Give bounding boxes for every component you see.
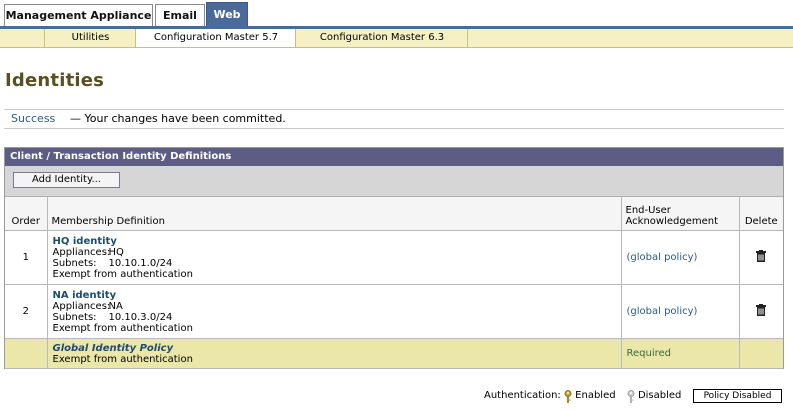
acknowledgement-cell: (global policy) bbox=[621, 284, 740, 339]
key-disabled-icon bbox=[627, 389, 635, 403]
acknowledgement-required: Required bbox=[626, 348, 672, 359]
identities-table: Order Membership Definition End-User Ackn… bbox=[5, 197, 783, 369]
column-header-delete: Delete bbox=[739, 197, 783, 231]
success-label: Success bbox=[11, 112, 56, 125]
table-row: 1 HQ identity Appliances:HQ Subnets: 10.1… bbox=[5, 230, 783, 285]
global-policy-link[interactable]: Global Identity Policy bbox=[53, 343, 621, 354]
global-policy-row: Global Identity Policy Exempt from authe… bbox=[5, 338, 783, 369]
tab-web[interactable]: Web bbox=[206, 2, 248, 27]
sub-tab-config-master-57[interactable]: Configuration Master 5.7 bbox=[135, 29, 296, 47]
row-order: 1 bbox=[5, 230, 48, 285]
disabled-label: Disabled bbox=[637, 390, 682, 401]
row-order: 2 bbox=[5, 284, 48, 339]
delete-cell bbox=[739, 338, 783, 369]
success-text: — Your changes have been committed. bbox=[70, 112, 286, 125]
trash-icon[interactable] bbox=[756, 250, 767, 262]
table-header-row: Order Membership Definition End-User Ackn… bbox=[5, 197, 783, 231]
panel-toolbar: Add Identity... bbox=[5, 166, 783, 197]
subnets-value: 10.10.3.0/24 bbox=[108, 311, 173, 323]
tab-management-appliance[interactable]: Management Appliance bbox=[4, 4, 153, 26]
tab-email[interactable]: Email bbox=[155, 4, 205, 26]
identity-name-link[interactable]: HQ identity bbox=[53, 236, 621, 247]
auth-legend-label: Authentication: bbox=[484, 390, 561, 401]
identity-definitions-panel: Client / Transaction Identity Definition… bbox=[4, 147, 784, 369]
subnets-label: Subnets: bbox=[52, 311, 97, 323]
top-tab-bar: Management Appliance Email Web bbox=[0, 0, 793, 29]
sub-tab-spacer bbox=[0, 29, 44, 47]
appliances-value: HQ bbox=[108, 246, 124, 258]
auth-status: Exempt from authentication bbox=[52, 322, 193, 334]
membership-cell: HQ identity Appliances:HQ Subnets: 10.10.… bbox=[47, 230, 622, 285]
auth-status: Exempt from authentication bbox=[52, 268, 193, 280]
column-header-order: Order bbox=[5, 197, 48, 231]
appliances-label: Appliances: bbox=[52, 300, 111, 312]
subnets-label: Subnets: bbox=[52, 257, 97, 269]
membership-cell: Global Identity Policy Exempt from authe… bbox=[47, 338, 622, 369]
sub-tab-config-master-63[interactable]: Configuration Master 6.3 bbox=[295, 29, 468, 47]
success-message: Success — Your changes have been committ… bbox=[4, 109, 784, 129]
membership-cell: NA identity Appliances:NA Subnets: 10.10.… bbox=[47, 284, 622, 339]
sub-tab-filler bbox=[467, 29, 793, 47]
table-row: 2 NA identity Appliances:NA Subnets: 10.1… bbox=[5, 284, 783, 339]
acknowledgement-link[interactable]: (global policy) bbox=[627, 306, 698, 317]
add-identity-button[interactable]: Add Identity... bbox=[13, 172, 120, 188]
sub-tab-utilities[interactable]: Utilities bbox=[44, 29, 136, 47]
appliances-label: Appliances: bbox=[52, 246, 111, 258]
sub-tab-bar: Utilities Configuration Master 5.7 Confi… bbox=[0, 29, 793, 48]
auth-legend: Authentication: Enabled Disabled bbox=[484, 388, 681, 404]
acknowledgement-cell: (global policy) bbox=[621, 230, 740, 285]
trash-icon[interactable] bbox=[756, 304, 767, 316]
policy-disabled-indicator: Policy Disabled bbox=[693, 389, 782, 403]
row-order bbox=[5, 338, 48, 369]
appliances-value: NA bbox=[108, 300, 123, 312]
auth-status: Exempt from authentication bbox=[52, 353, 193, 365]
enabled-label: Enabled bbox=[575, 390, 616, 401]
delete-cell bbox=[739, 284, 783, 339]
page-title: Identities bbox=[5, 70, 105, 91]
column-header-membership: Membership Definition bbox=[47, 197, 622, 231]
identity-name-link[interactable]: NA identity bbox=[53, 290, 621, 301]
acknowledgement-cell: Required bbox=[621, 338, 740, 369]
delete-cell bbox=[739, 230, 783, 285]
panel-title: Client / Transaction Identity Definition… bbox=[5, 148, 783, 166]
subnets-value: 10.10.1.0/24 bbox=[108, 257, 173, 269]
acknowledgement-link[interactable]: (global policy) bbox=[627, 252, 698, 263]
column-header-acknowledgement: End-User Acknowledgement bbox=[621, 197, 740, 231]
key-enabled-icon bbox=[564, 389, 572, 403]
